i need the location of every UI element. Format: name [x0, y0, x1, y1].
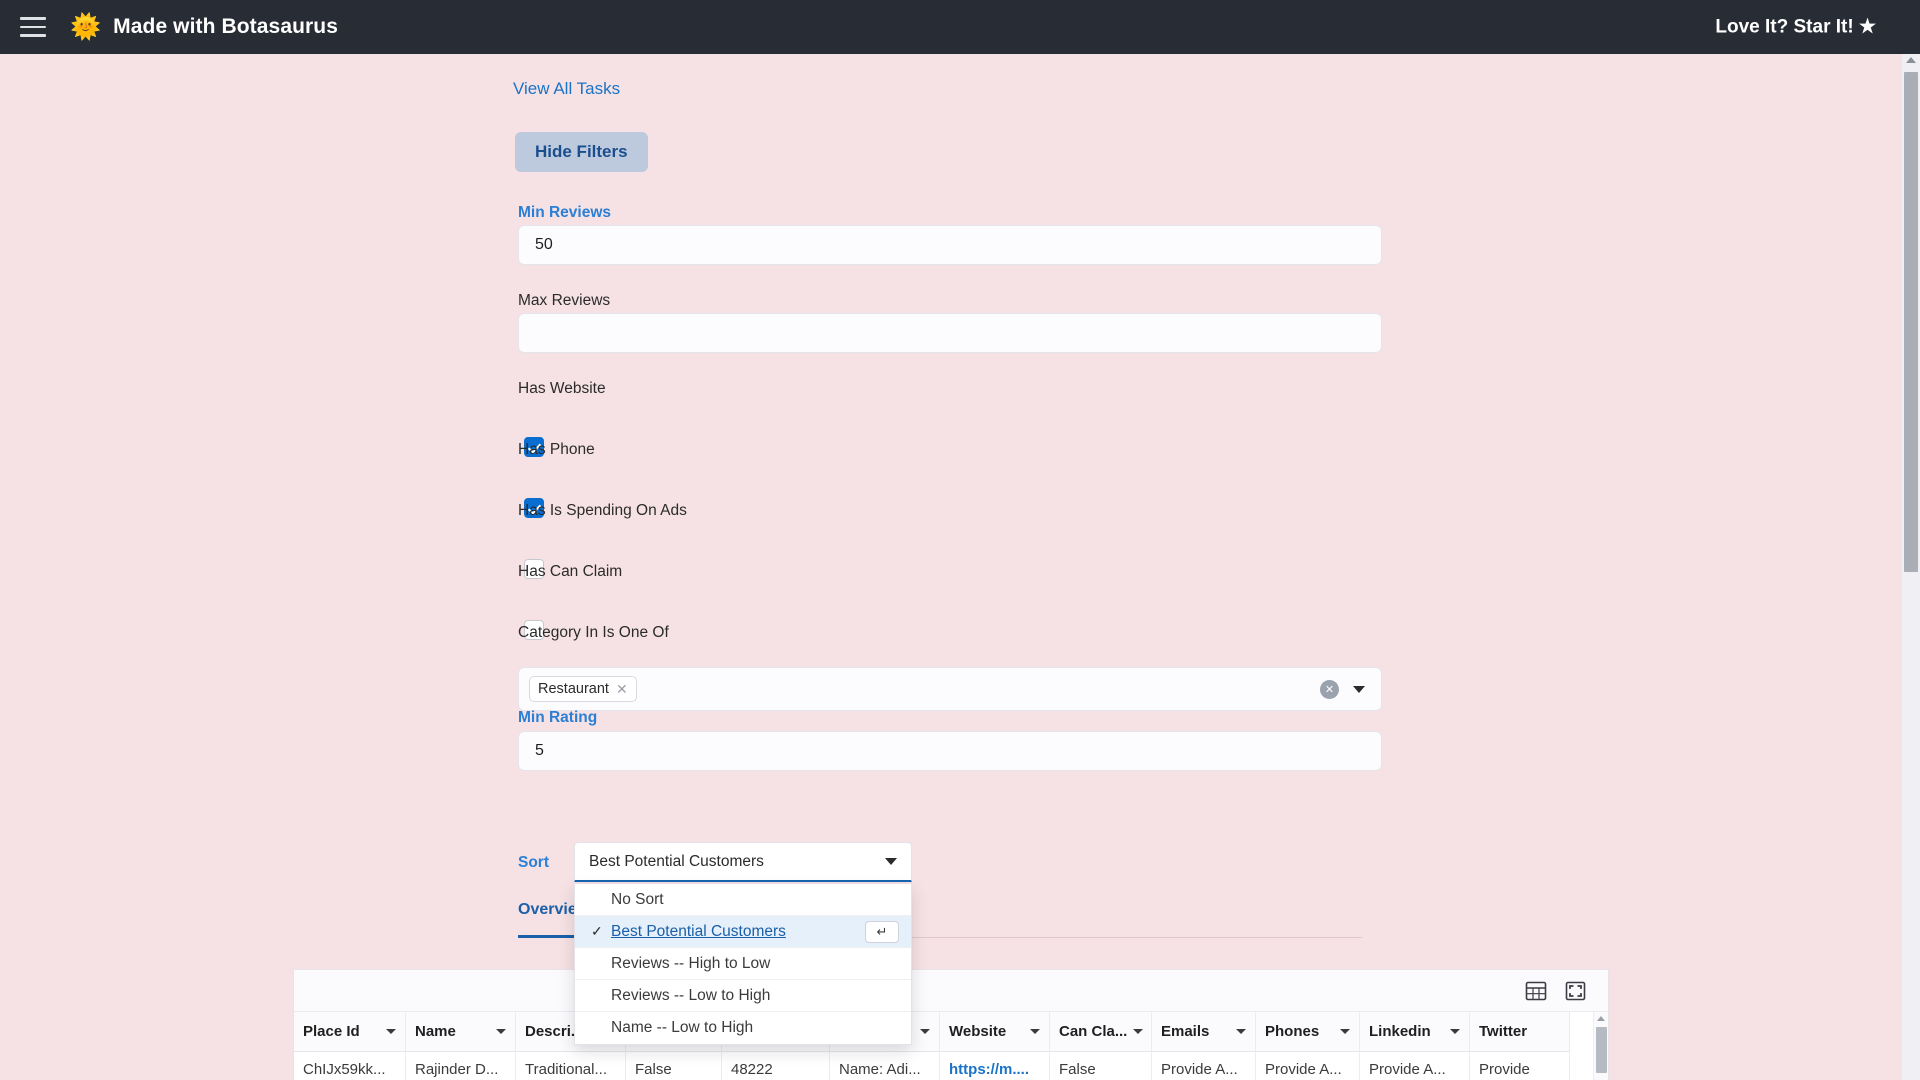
sort-option-label: Reviews -- High to Low: [611, 955, 770, 973]
sort-option-name-low-to-high[interactable]: Name -- Low to High: [575, 1012, 911, 1044]
table-row[interactable]: Traditional...: [516, 1052, 626, 1080]
table-row[interactable]: Provide A...: [1360, 1052, 1470, 1080]
category-in-is-one-of-label: Category In Is One Of: [518, 624, 669, 642]
chevron-down-icon[interactable]: [1236, 1029, 1246, 1034]
category-chip-label: Restaurant: [538, 681, 609, 697]
main-content: View All Tasks Hide Filters Min Reviews …: [0, 54, 1902, 1080]
sort-option-reviews-low-to-high[interactable]: Reviews -- Low to High: [575, 980, 911, 1012]
chip-remove-icon[interactable]: ✕: [616, 681, 628, 698]
category-multiselect[interactable]: Restaurant ✕ ✕: [518, 667, 1382, 711]
sort-label: Sort: [518, 854, 549, 872]
max-reviews-input[interactable]: [518, 313, 1382, 353]
table-view-icon[interactable]: [1525, 981, 1547, 1001]
sort-option-label: Best Potential Customers: [611, 923, 786, 941]
sort-select[interactable]: Best Potential Customers: [574, 842, 912, 882]
table-vertical-scrollbar[interactable]: [1593, 1012, 1608, 1080]
table-row[interactable]: Rajinder D...: [406, 1052, 516, 1080]
chevron-down-icon[interactable]: [386, 1029, 396, 1034]
chevron-down-icon[interactable]: [1030, 1029, 1040, 1034]
scroll-up-arrow-icon[interactable]: [1597, 1016, 1605, 1021]
column-label: Place Id: [303, 1023, 360, 1040]
table-row[interactable]: False: [1050, 1052, 1152, 1080]
check-icon: ✓: [591, 923, 611, 940]
sort-option-label: Name -- Low to High: [611, 1019, 753, 1037]
column-label: Name: [415, 1023, 456, 1040]
column-label: Website: [949, 1023, 1006, 1040]
chevron-down-icon[interactable]: [1340, 1029, 1350, 1034]
column-label: Linkedin: [1369, 1023, 1431, 1040]
chevron-down-icon[interactable]: [1133, 1029, 1143, 1034]
column-label: Can Cla...: [1059, 1023, 1127, 1040]
column-header-name[interactable]: Name: [406, 1012, 516, 1052]
chevron-down-icon[interactable]: [1353, 686, 1365, 693]
table-row[interactable]: Provide: [1470, 1052, 1570, 1080]
max-reviews-label: Max Reviews: [518, 292, 610, 310]
category-chip[interactable]: Restaurant ✕: [529, 676, 637, 702]
page-vertical-scrollbar[interactable]: [1902, 54, 1920, 1080]
hide-filters-button[interactable]: Hide Filters: [515, 132, 648, 172]
sort-options-menu: No Sort ✓ Best Potential Customers ↵ Rev…: [574, 884, 912, 1045]
column-header-twitter[interactable]: Twitter: [1470, 1012, 1570, 1052]
table-row[interactable]: Name: Adi...: [830, 1052, 940, 1080]
chevron-down-icon[interactable]: [1450, 1029, 1460, 1034]
chevron-down-icon[interactable]: [885, 858, 897, 865]
sun-emoji-icon: 🌞: [70, 15, 101, 40]
table-toolbar: [294, 970, 1608, 1012]
has-can-claim-label: Has Can Claim: [518, 563, 622, 581]
sort-selected-value: Best Potential Customers: [589, 853, 764, 871]
column-header-can-claim[interactable]: Can Cla...: [1050, 1012, 1152, 1052]
app-title: Made with Botasaurus: [113, 15, 338, 39]
app-header: 🌞 Made with Botasaurus Love It? Star It!…: [0, 0, 1920, 54]
column-header-emails[interactable]: Emails: [1152, 1012, 1256, 1052]
column-header-linkedin[interactable]: Linkedin: [1360, 1012, 1470, 1052]
sort-option-label: No Sort: [611, 891, 664, 909]
results-grid: Place Id Name Descri... Website Can Cla.…: [294, 1012, 1608, 1080]
table-row[interactable]: Provide A...: [1152, 1052, 1256, 1080]
results-table-panel: Place Id Name Descri... Website Can Cla.…: [293, 969, 1609, 1080]
has-phone-label: Has Phone: [518, 441, 595, 459]
enter-key-badge: ↵: [865, 921, 899, 943]
min-reviews-label: Min Reviews: [518, 204, 611, 222]
page-scrollbar-thumb[interactable]: [1904, 72, 1918, 572]
chevron-down-icon[interactable]: [920, 1029, 930, 1034]
table-row[interactable]: 48222: [722, 1052, 830, 1080]
table-row[interactable]: False: [626, 1052, 722, 1080]
chevron-down-icon[interactable]: [496, 1029, 506, 1034]
fullscreen-icon[interactable]: [1565, 981, 1586, 1001]
column-label: Phones: [1265, 1023, 1319, 1040]
scroll-up-arrow-icon[interactable]: [1906, 57, 1916, 63]
column-label: Emails: [1161, 1023, 1209, 1040]
min-rating-label: Min Rating: [518, 709, 597, 727]
table-row[interactable]: Provide A...: [1256, 1052, 1360, 1080]
column-header-place-id[interactable]: Place Id: [294, 1012, 406, 1052]
sort-option-best-potential-customers[interactable]: ✓ Best Potential Customers ↵: [575, 916, 911, 948]
star-repo-link[interactable]: Love It? Star It! ★: [1715, 16, 1876, 39]
brand: 🌞 Made with Botasaurus: [70, 15, 338, 40]
min-reviews-input[interactable]: [518, 225, 1382, 265]
view-all-tasks-link[interactable]: View All Tasks: [513, 79, 620, 99]
min-rating-input[interactable]: [518, 731, 1382, 771]
hamburger-menu-icon[interactable]: [20, 17, 46, 37]
sort-option-no-sort[interactable]: No Sort: [575, 884, 911, 916]
table-row[interactable]: ChIJx59kk...: [294, 1052, 406, 1080]
sort-option-label: Reviews -- Low to High: [611, 987, 770, 1005]
sort-option-reviews-high-to-low[interactable]: Reviews -- High to Low: [575, 948, 911, 980]
column-label: Twitter: [1479, 1023, 1527, 1040]
column-header-website[interactable]: Website: [940, 1012, 1050, 1052]
column-header-phones[interactable]: Phones: [1256, 1012, 1360, 1052]
table-row-website-link[interactable]: https://m....: [940, 1052, 1050, 1080]
clear-selection-icon[interactable]: ✕: [1320, 680, 1339, 699]
has-is-spending-on-ads-label: Has Is Spending On Ads: [518, 502, 687, 520]
has-website-label: Has Website: [518, 380, 606, 398]
table-scrollbar-thumb[interactable]: [1596, 1027, 1607, 1073]
